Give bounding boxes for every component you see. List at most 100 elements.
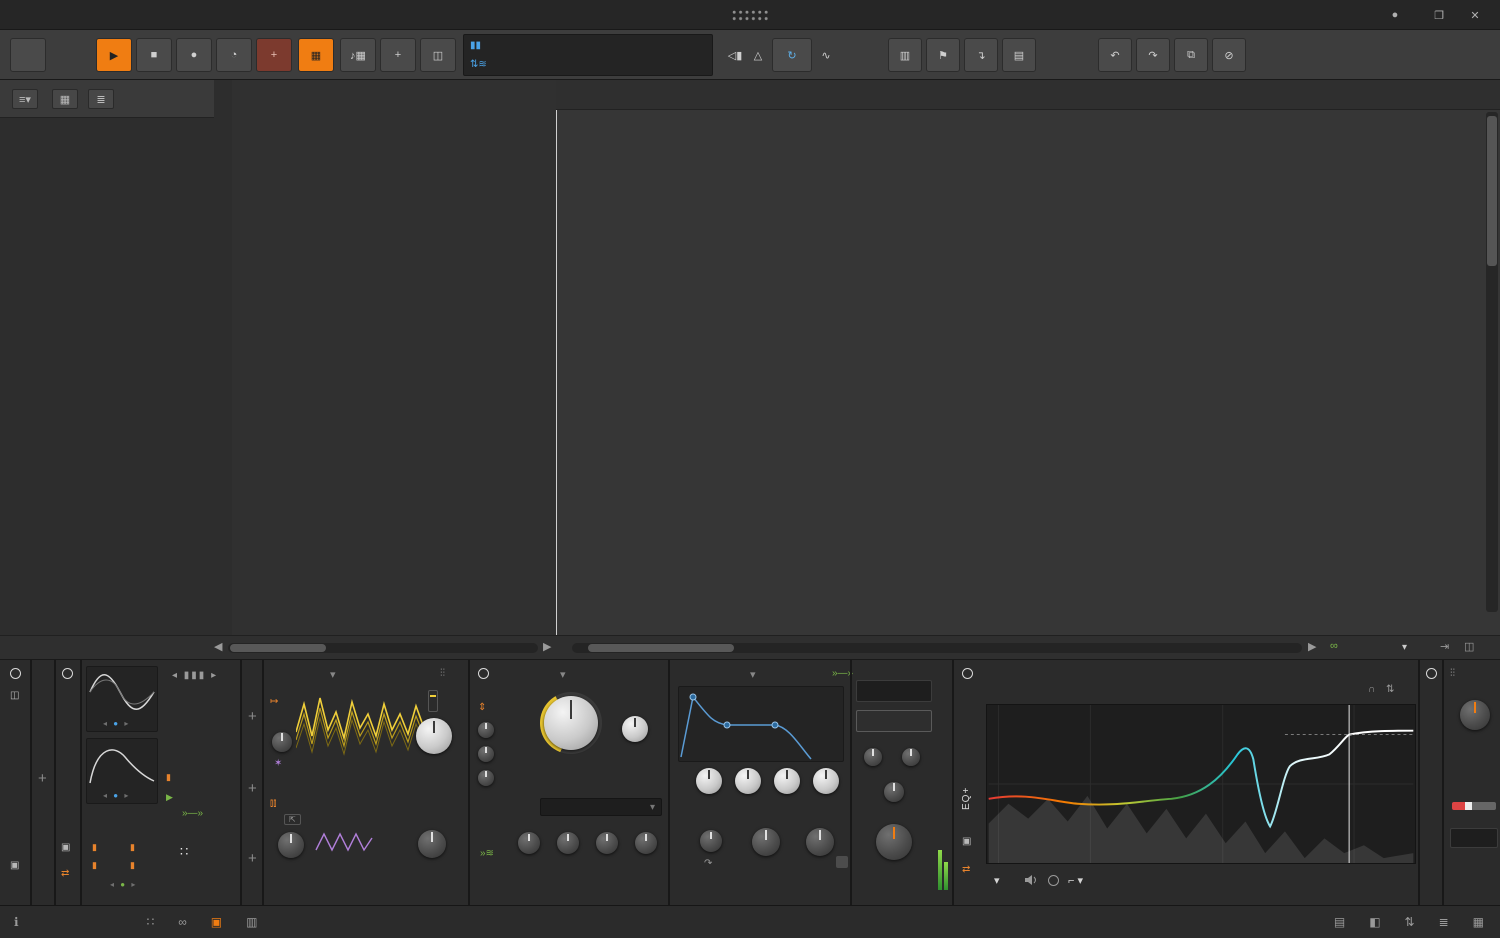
- adsr-a-knob[interactable]: [696, 768, 722, 794]
- wt-index-slider[interactable]: [428, 690, 438, 712]
- note-fx-tab[interactable]: [856, 680, 932, 702]
- mono-knob[interactable]: [864, 748, 882, 766]
- wt-phase-knob[interactable]: [272, 732, 292, 752]
- wt-unison-icon[interactable]: ✶: [274, 758, 282, 769]
- eq-panel-icon[interactable]: ▣: [962, 836, 971, 847]
- dual-display-icon[interactable]: ∷: [147, 915, 155, 929]
- pitch-knob[interactable]: [752, 828, 780, 856]
- edit-menu-button[interactable]: [1058, 38, 1094, 72]
- mixer-strip-icon[interactable]: ▥: [246, 915, 257, 929]
- adsr-r-knob[interactable]: [813, 768, 839, 794]
- filter-mod1-knob[interactable]: [478, 722, 494, 738]
- eq-band-selector[interactable]: ▾: [994, 874, 1000, 887]
- eq-io-icon[interactable]: ⇄: [962, 864, 970, 875]
- track-device-power-icon[interactable]: [10, 668, 21, 679]
- add-mod-button[interactable]: +: [248, 780, 257, 797]
- file-menu-button[interactable]: [10, 38, 46, 72]
- feg-s-knob[interactable]: [596, 832, 618, 854]
- wt-keytrack-icon[interactable]: ↦: [270, 696, 278, 707]
- browser-panel-icon[interactable]: ▤: [1334, 915, 1345, 929]
- add-menu-button[interactable]: [848, 38, 884, 72]
- adsr-envelope-display[interactable]: [678, 686, 844, 762]
- launcher-hscrollbar[interactable]: [228, 643, 538, 653]
- sub-knob[interactable]: [278, 832, 304, 858]
- eq-band-power-icon[interactable]: [1048, 875, 1059, 886]
- stop-button[interactable]: ■: [136, 38, 172, 72]
- track-menu-button[interactable]: [1268, 38, 1314, 72]
- eq-listen-icon[interactable]: [1024, 873, 1038, 891]
- wt-index-knob[interactable]: [416, 718, 452, 754]
- osc-a-display[interactable]: ◂ ● ▸: [86, 666, 158, 732]
- detail-panel-icon[interactable]: ▦: [1473, 915, 1484, 929]
- mod-slot-selector[interactable]: ◂ ▮▮▮ ▸: [172, 670, 218, 681]
- device-io-icon[interactable]: ⇄: [61, 868, 69, 879]
- adsr-title[interactable]: ▾: [750, 668, 756, 681]
- env-curve-knob[interactable]: [700, 830, 722, 852]
- adsr-d-knob[interactable]: [735, 768, 761, 794]
- add-group-track-icon[interactable]: ▤: [1002, 38, 1036, 72]
- osc-a-nav[interactable]: ◂ ● ▸: [103, 719, 130, 728]
- delete-button[interactable]: ⊘: [1212, 38, 1246, 72]
- launcher-scroll-left-icon[interactable]: ◀: [214, 640, 222, 653]
- sub-wave-display[interactable]: [314, 828, 374, 856]
- metronome-icon[interactable]: △: [748, 38, 768, 72]
- out-knob[interactable]: [876, 824, 912, 860]
- follow-playhead-icon[interactable]: ∿: [816, 38, 836, 72]
- launcher-grid-toggle-icon[interactable]: ▦: [52, 89, 78, 109]
- feg-r-knob[interactable]: [635, 832, 657, 854]
- filter-mod1-icon[interactable]: ⇕: [478, 702, 486, 713]
- filter-mod2-knob[interactable]: [478, 746, 494, 762]
- clip-launcher-toggle-icon[interactable]: ▣: [211, 915, 222, 929]
- osc-b-nav[interactable]: ◂ ● ▸: [103, 791, 130, 800]
- undo-button[interactable]: ↶: [1098, 38, 1132, 72]
- adsr-s-knob[interactable]: [774, 768, 800, 794]
- glide-legato-badge[interactable]: [836, 856, 848, 868]
- feg-a-knob[interactable]: [518, 832, 540, 854]
- playhead[interactable]: [556, 110, 557, 635]
- filter-mode-dropdown[interactable]: ▾: [540, 798, 662, 816]
- velocity-depth-knob[interactable]: [884, 782, 904, 802]
- link-displays-icon[interactable]: ∞: [178, 915, 187, 929]
- dice-icon[interactable]: ∷: [180, 844, 188, 860]
- add-expr-button[interactable]: +: [248, 850, 257, 867]
- mod-amount-bar[interactable]: [1452, 802, 1496, 810]
- redo-button[interactable]: ↷: [1136, 38, 1170, 72]
- add-scene-button[interactable]: +: [380, 38, 416, 72]
- clip-launcher-record-button[interactable]: ▦: [298, 38, 334, 72]
- zoom-to-fit-icon[interactable]: ⇥: [1440, 640, 1449, 653]
- bar-button[interactable]: [1450, 828, 1498, 848]
- wt-sync-badge[interactable]: ⇱: [284, 814, 301, 825]
- filter-power-icon[interactable]: [478, 668, 489, 679]
- add-device-button[interactable]: +: [38, 770, 47, 787]
- automation-write-icon[interactable]: ◔: [216, 38, 252, 72]
- eq-sort-icon[interactable]: ⇅: [1386, 684, 1394, 695]
- add-osc-button[interactable]: +: [248, 708, 257, 725]
- automation-panel-icon[interactable]: ⇅: [1405, 915, 1415, 929]
- loop-toggle-button[interactable]: ↻: [772, 38, 812, 72]
- feg-d-knob[interactable]: [557, 832, 579, 854]
- track-list-options-icon[interactable]: ≡▾: [12, 89, 38, 109]
- arranger-scroll-right-icon[interactable]: ▶: [1308, 640, 1316, 653]
- beat-ruler[interactable]: [556, 80, 1500, 110]
- wavetable-title[interactable]: ▾: [330, 668, 336, 681]
- tempo-tap-icon[interactable]: ▮▮: [470, 40, 481, 51]
- filter-resonance-knob[interactable]: [622, 716, 648, 742]
- monitor-icon[interactable]: ▣: [10, 860, 19, 871]
- launcher-scroll-right-icon[interactable]: ▶: [543, 640, 551, 653]
- inspector-panel-icon[interactable]: ◧: [1369, 915, 1380, 929]
- zoom-level-value[interactable]: ▾: [1402, 642, 1407, 653]
- eq-graph[interactable]: [986, 704, 1416, 864]
- shuffle-icon[interactable]: ⇅≋: [470, 59, 487, 70]
- fxmod-power-icon[interactable]: [1426, 668, 1437, 679]
- eq-bell-icon[interactable]: ∩: [1368, 684, 1375, 695]
- wavetable-display[interactable]: [295, 684, 425, 772]
- add-effect-track-icon[interactable]: ↴: [964, 38, 998, 72]
- duplicate-button[interactable]: ⧉: [1174, 38, 1208, 72]
- punch-in-icon[interactable]: ◁▮: [722, 38, 748, 72]
- add-instrument-track-icon[interactable]: ▥: [888, 38, 922, 72]
- filter-mod3-knob[interactable]: [478, 770, 494, 786]
- osc-b-display[interactable]: ◂ ● ▸: [86, 738, 158, 804]
- play-menu-label[interactable]: [56, 38, 92, 72]
- snap-grid-icon[interactable]: ◫: [1464, 640, 1474, 653]
- arranger-hscrollbar[interactable]: [572, 643, 1302, 653]
